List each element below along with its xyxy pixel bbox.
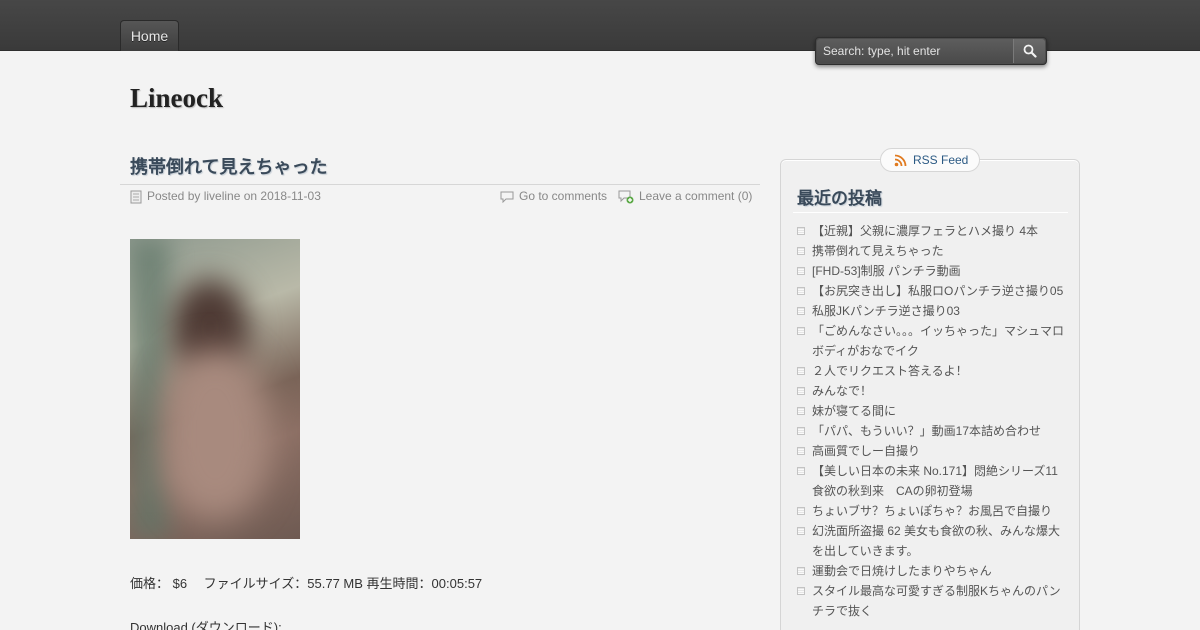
recent-post-item: ちょいブサ？ちょいぽちゃ？お風呂で自撮り bbox=[796, 501, 1068, 521]
list-bullet-icon bbox=[797, 447, 805, 455]
widget-divider bbox=[793, 212, 1068, 213]
recent-post-item: 携帯倒れて見えちゃった bbox=[796, 241, 1068, 261]
recent-post-item: 【お尻突き出し】私服ロOパンチラ逆さ撮り05 bbox=[796, 281, 1068, 301]
post-info-line: 価格： $6 ファイルサイズ：55.77 MB 再生時間：00:05:57 bbox=[130, 576, 483, 591]
post-meta-comments: Go to comments bbox=[500, 188, 607, 204]
recent-post-link[interactable]: 携帯倒れて見えちゃった bbox=[812, 244, 944, 258]
list-bullet-icon bbox=[797, 247, 805, 255]
list-bullet-icon bbox=[797, 387, 805, 395]
recent-post-item: 私服JKパンチラ逆さ撮り03 bbox=[796, 301, 1068, 321]
recent-post-item: 【美しい日本の未来 No.171】悶絶シリーズ11 食欲の秋到来 CAの卵初登場 bbox=[796, 461, 1070, 501]
recent-post-item: 運動会で日焼けしたまりやちゃん bbox=[796, 561, 1068, 581]
recent-post-link[interactable]: 運動会で日焼けしたまりやちゃん bbox=[812, 564, 992, 578]
go-to-comments-link[interactable]: Go to comments bbox=[519, 189, 607, 203]
recent-post-item: スタイル最高な可愛すぎる制服Kちゃんのパンチラで抜く bbox=[796, 581, 1068, 621]
recent-post-link[interactable]: [FHD-53]制服 パンチラ動画 bbox=[812, 264, 961, 278]
recent-post-item: [FHD-53]制服 パンチラ動画 bbox=[796, 261, 1068, 281]
recent-post-link[interactable]: 【お尻突き出し】私服ロOパンチラ逆さ撮り05 bbox=[812, 284, 1063, 298]
recent-post-link[interactable]: 高画質でしー自撮り bbox=[812, 444, 920, 458]
list-bullet-icon bbox=[797, 367, 805, 375]
nav-home-tab[interactable]: Home bbox=[120, 20, 179, 51]
recent-post-link[interactable]: ちょいブサ？ちょいぽちゃ？お風呂で自撮り bbox=[812, 504, 1052, 518]
list-bullet-icon bbox=[797, 287, 805, 295]
list-bullet-icon bbox=[797, 227, 805, 235]
rss-feed-button[interactable]: RSS Feed bbox=[880, 148, 980, 172]
rss-icon bbox=[894, 154, 907, 167]
list-bullet-icon bbox=[797, 567, 805, 575]
recent-post-item: ２人でリクエスト答えるよ！ bbox=[796, 361, 1068, 381]
post-meta-author: Posted by liveline on 2018-11-03 bbox=[130, 188, 321, 204]
list-bullet-icon bbox=[797, 427, 805, 435]
search-input[interactable] bbox=[817, 39, 1013, 63]
document-icon bbox=[130, 190, 142, 204]
comment-bubble-icon bbox=[500, 191, 514, 203]
recent-post-item: 幻洗面所盗撮 62 美女も食欲の秋、みんな爆大を出していきます。 bbox=[796, 521, 1068, 561]
recent-post-link[interactable]: 「ごめんなさい。。。イッちゃった」マシュマロボディがおなでイク bbox=[812, 324, 1064, 358]
add-comment-icon bbox=[618, 190, 634, 204]
search-form bbox=[815, 37, 1047, 65]
list-bullet-icon bbox=[797, 327, 805, 335]
list-bullet-icon bbox=[797, 307, 805, 315]
recent-post-link[interactable]: 【美しい日本の未来 No.171】悶絶シリーズ11 食欲の秋到来 CAの卵初登場 bbox=[812, 464, 1070, 498]
recent-post-link[interactable]: ２人でリクエスト答えるよ！ bbox=[812, 364, 968, 378]
list-bullet-icon bbox=[797, 527, 805, 535]
rss-feed-label: RSS Feed bbox=[913, 153, 969, 167]
recent-posts-list: 【近親】父親に濃厚フェラとハメ撮り 4本 携帯倒れて見えちゃった [FHD-53]制… bbox=[796, 221, 1070, 621]
list-bullet-icon bbox=[797, 467, 805, 475]
recent-post-link[interactable]: 【近親】父親に濃厚フェラとハメ撮り 4本 bbox=[812, 224, 1038, 238]
list-bullet-icon bbox=[797, 407, 805, 415]
post-byline: Posted by liveline on 2018-11-03 bbox=[147, 189, 321, 203]
site-title[interactable]: Lineock bbox=[130, 83, 223, 114]
leave-comment-link[interactable]: Leave a comment (0) bbox=[639, 189, 752, 203]
recent-post-link[interactable]: 妹が寝てる間に bbox=[812, 404, 896, 418]
list-bullet-icon bbox=[797, 587, 805, 595]
list-bullet-icon bbox=[797, 267, 805, 275]
post-thumbnail-image[interactable] bbox=[130, 239, 300, 539]
recent-post-link[interactable]: みんなで！ bbox=[812, 384, 872, 398]
recent-post-item: 妹が寝てる間に bbox=[796, 401, 1068, 421]
post-title[interactable]: 携帯倒れて見えちゃった bbox=[130, 153, 327, 179]
recent-post-item: みんなで！ bbox=[796, 381, 1068, 401]
list-bullet-icon bbox=[797, 507, 805, 515]
search-icon bbox=[1023, 44, 1037, 58]
recent-post-link[interactable]: 私服JKパンチラ逆さ撮り03 bbox=[812, 304, 960, 318]
recent-post-item: 高画質でしー自撮り bbox=[796, 441, 1068, 461]
recent-post-link[interactable]: スタイル最高な可愛すぎる制服Kちゃんのパンチラで抜く bbox=[812, 584, 1061, 618]
recent-posts-title: 最近の投稿 bbox=[797, 189, 882, 208]
recent-post-link[interactable]: 「パパ、もういい？」動画17本詰め合わせ bbox=[812, 424, 1041, 438]
post-meta-leave-comment: Leave a comment (0) bbox=[618, 188, 752, 204]
download-label: Download (ダウンロード): bbox=[130, 620, 282, 630]
recent-post-link[interactable]: 幻洗面所盗撮 62 美女も食欲の秋、みんな爆大を出していきます。 bbox=[812, 524, 1060, 558]
recent-post-item: 「パパ、もういい？」動画17本詰め合わせ bbox=[796, 421, 1068, 441]
recent-post-item: 【近親】父親に濃厚フェラとハメ撮り 4本 bbox=[796, 221, 1068, 241]
post-divider bbox=[120, 184, 760, 185]
search-button[interactable] bbox=[1013, 39, 1045, 63]
recent-post-item: 「ごめんなさい。。。イッちゃった」マシュマロボディがおなでイク bbox=[796, 321, 1068, 361]
